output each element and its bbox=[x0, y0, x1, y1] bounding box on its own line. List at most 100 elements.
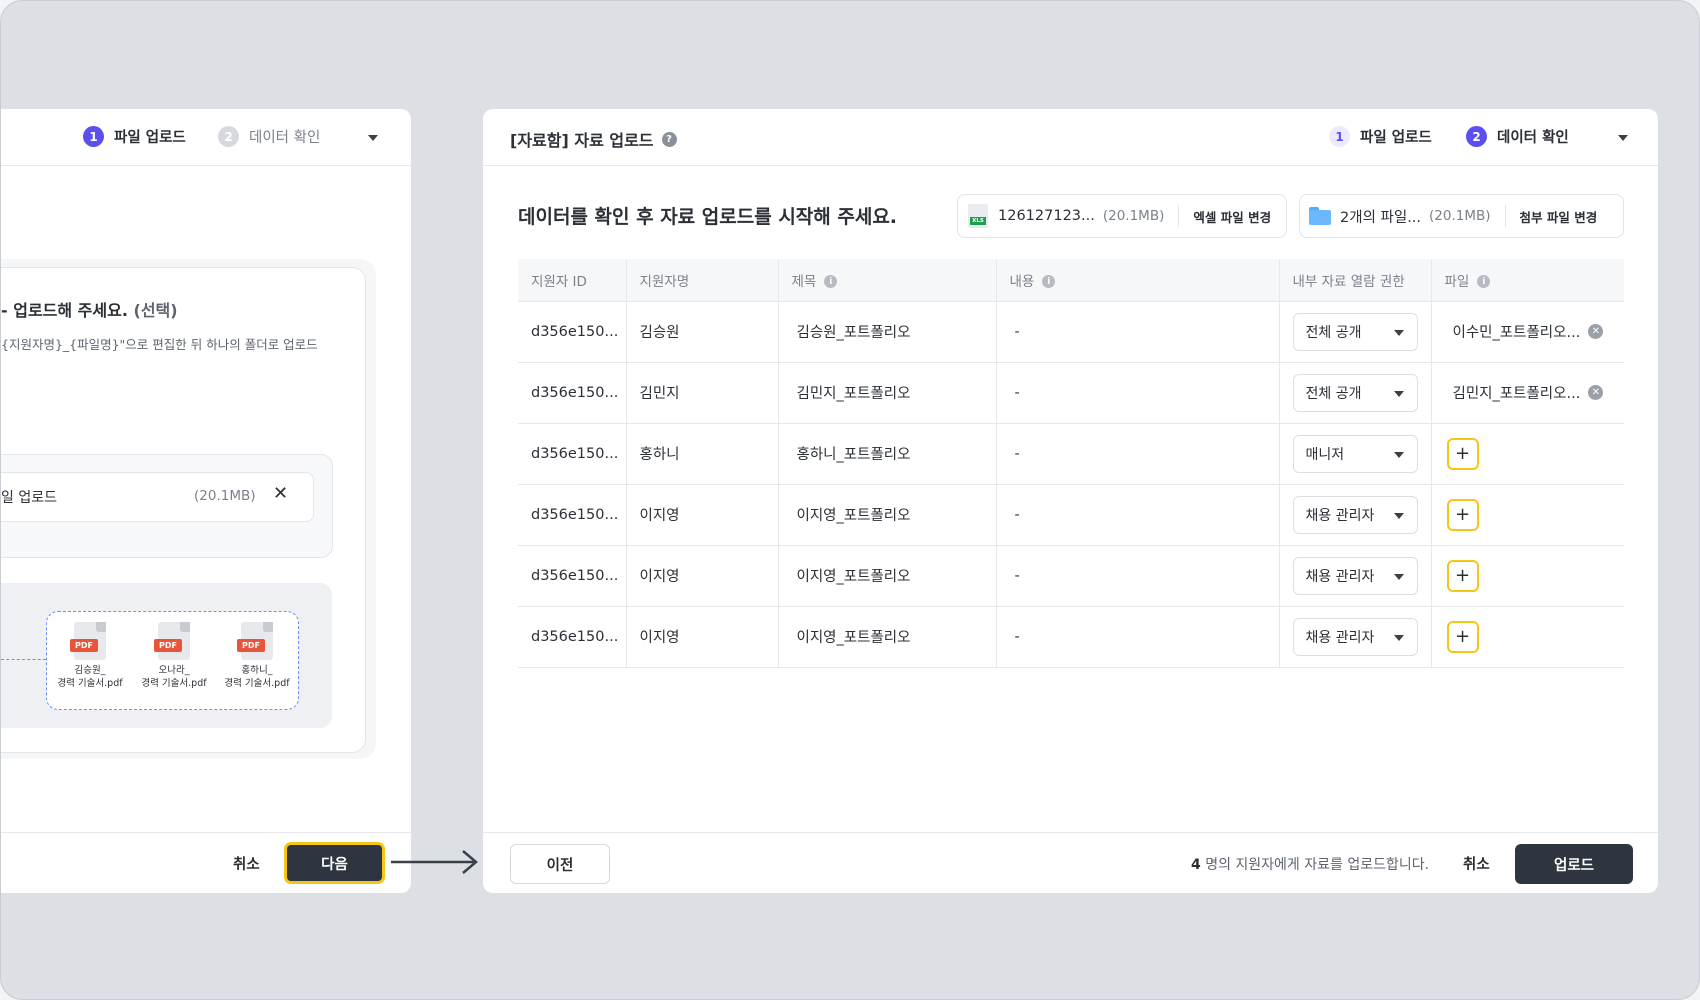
change-attachment-button[interactable]: 첨부 파일 변경 bbox=[1520, 207, 1598, 226]
plus-icon: + bbox=[1454, 443, 1471, 464]
dialog-footer: 이전 4 명의 지원자에게 자료를 업로드합니다. 취소 업로드 bbox=[483, 832, 1658, 893]
info-icon[interactable]: i bbox=[824, 275, 838, 289]
attachment-file-size: (20.1MB) bbox=[1429, 208, 1491, 224]
cell-file: 김민지_포트폴리오... ✕ bbox=[1431, 362, 1624, 424]
previous-button[interactable]: 이전 bbox=[510, 844, 610, 884]
dialog-title-text: [자료함] 자료 업로드 bbox=[510, 131, 654, 150]
cell-file: + bbox=[1431, 606, 1624, 668]
step-number: 1 bbox=[83, 126, 104, 147]
connector-line bbox=[1, 659, 46, 660]
cell-applicant-name: 김민지 bbox=[626, 362, 779, 424]
permission-select[interactable]: 채용 관리자 bbox=[1292, 495, 1418, 534]
info-icon[interactable]: i bbox=[1042, 275, 1056, 289]
info-icon[interactable]: i bbox=[1477, 275, 1491, 289]
cell-applicant-name: 홍하니 bbox=[626, 423, 779, 485]
change-excel-button[interactable]: 엑셀 파일 변경 bbox=[1193, 207, 1271, 226]
attachment-file-chip: 2개의 파일... (20.1MB) 첨부 파일 변경 bbox=[1299, 194, 1624, 238]
cell-permission: 채용 관리자 bbox=[1279, 545, 1432, 607]
step-2-data-check[interactable]: 2 데이터 확인 bbox=[1466, 126, 1569, 147]
instruction-heading: 데이터를 확인 후 자료 업로드를 시작해 주세요. bbox=[518, 206, 898, 228]
next-button[interactable]: 다음 bbox=[284, 842, 385, 884]
cell-title: 이지영_포트폴리오 bbox=[778, 484, 997, 546]
cell-file: + bbox=[1431, 545, 1624, 607]
chevron-down-icon bbox=[1393, 329, 1404, 336]
add-file-button[interactable]: + bbox=[1446, 559, 1479, 592]
remove-file-icon[interactable]: ✕ bbox=[1588, 385, 1604, 400]
permission-value: 채용 관리자 bbox=[1305, 507, 1375, 524]
upload-step2-panel: [자료함] 자료 업로드 ? 1 파일 업로드 2 데이터 확인 데이터를 확인… bbox=[483, 109, 1658, 893]
pdf-name: 홍하니_ 경력 기술서.pdf bbox=[224, 665, 290, 689]
cell-permission: 채용 관리자 bbox=[1279, 606, 1432, 668]
cell-content: - bbox=[996, 606, 1280, 668]
cell-permission: 전체 공개 bbox=[1279, 362, 1432, 424]
chevron-down-icon[interactable] bbox=[1618, 135, 1628, 141]
cell-applicant-name: 이지영 bbox=[626, 606, 779, 668]
step-header: 1 파일 업로드 2 데이터 확인 bbox=[1, 109, 411, 166]
step-1-file-upload[interactable]: 1 파일 업로드 bbox=[1329, 126, 1432, 147]
permission-value: 매니저 bbox=[1305, 446, 1345, 463]
attached-file-name: 김민지_포트폴리오... bbox=[1452, 386, 1581, 402]
permission-select[interactable]: 전체 공개 bbox=[1292, 312, 1418, 351]
excel-file-name: 126127123... bbox=[998, 208, 1095, 224]
optional-label: (선택) bbox=[133, 301, 178, 320]
pdf-file: PDF 홍하니_ 경력 기술서.pdf bbox=[217, 622, 297, 690]
pdf-name: 오나라_ 경력 기술서.pdf bbox=[141, 665, 207, 689]
step-label: 파일 업로드 bbox=[1360, 130, 1432, 146]
applicant-table: 지원자 ID 지원자명 제목 i 내용 i 내부 자료 열람 권한 파일 i d356… bbox=[518, 259, 1624, 668]
cancel-button[interactable]: 취소 bbox=[233, 853, 260, 874]
pdf-icon: PDF bbox=[70, 622, 106, 660]
permission-value: 채용 관리자 bbox=[1305, 568, 1375, 585]
cancel-button[interactable]: 취소 bbox=[1463, 853, 1490, 874]
pdf-tag: PDF bbox=[237, 639, 265, 652]
cell-title: 홍하니_포트폴리오 bbox=[778, 423, 997, 485]
attached-file-name: 이수민_포트폴리오... bbox=[1452, 325, 1581, 341]
cell-applicant-id: d356e150... bbox=[518, 606, 627, 668]
cell-title: 이지영_포트폴리오 bbox=[778, 606, 997, 668]
permission-select[interactable]: 채용 관리자 bbox=[1292, 556, 1418, 595]
arrow-right-icon bbox=[391, 850, 478, 874]
permission-value: 채용 관리자 bbox=[1305, 629, 1375, 646]
divider bbox=[1504, 205, 1506, 227]
upload-button[interactable]: 업로드 bbox=[1515, 844, 1633, 884]
help-icon[interactable]: ? bbox=[661, 131, 677, 147]
step-label: 데이터 확인 bbox=[249, 130, 321, 146]
column-header-permission: 내부 자료 열람 권한 bbox=[1279, 259, 1432, 302]
pdf-file-group: PDF 김승원_ 경력 기술서.pdf PDF 오나라_ 경력 기술서.pdf PD… bbox=[46, 611, 299, 710]
chevron-down-icon bbox=[1393, 573, 1404, 580]
plus-icon: + bbox=[1454, 565, 1471, 586]
add-file-button[interactable]: + bbox=[1446, 620, 1479, 653]
remove-file-icon[interactable]: ✕ bbox=[1588, 324, 1604, 339]
pdf-file: PDF 오나라_ 경력 기술서.pdf bbox=[134, 622, 214, 690]
add-file-button[interactable]: + bbox=[1446, 498, 1479, 531]
chevron-down-icon[interactable] bbox=[368, 135, 378, 141]
uploaded-file-name: 일 업로드 bbox=[1, 490, 57, 506]
cell-file: + bbox=[1431, 423, 1624, 485]
cell-file: 이수민_포트폴리오... ✕ bbox=[1431, 301, 1624, 363]
chevron-down-icon bbox=[1393, 451, 1404, 458]
pdf-tag: PDF bbox=[154, 639, 182, 652]
uploaded-file-size: (20.1MB) bbox=[194, 488, 256, 504]
permission-select[interactable]: 매니저 bbox=[1292, 434, 1418, 473]
pdf-tag: PDF bbox=[70, 639, 98, 652]
step-2-data-check[interactable]: 2 데이터 확인 bbox=[218, 126, 320, 147]
close-icon[interactable]: ✕ bbox=[273, 483, 288, 504]
upload-step1-panel: 1 파일 업로드 2 데이터 확인 - 업로드해 주세요. (선택) {지원자명… bbox=[1, 109, 411, 893]
step-1-file-upload[interactable]: 1 파일 업로드 bbox=[83, 126, 186, 147]
step-number: 2 bbox=[1466, 126, 1487, 147]
table-row: d356e150... 김민지 김민지_포트폴리오 - 전체 공개 김민지_포트… bbox=[518, 362, 1624, 424]
permission-select[interactable]: 채용 관리자 bbox=[1292, 617, 1418, 656]
pdf-name: 김승원_ 경력 기술서.pdf bbox=[57, 665, 123, 689]
plus-icon: + bbox=[1454, 626, 1471, 647]
excel-file-size: (20.1MB) bbox=[1102, 208, 1165, 224]
cell-applicant-id: d356e150... bbox=[518, 545, 627, 607]
table-row: d356e150... 이지영 이지영_포트폴리오 - 채용 관리자 + bbox=[518, 606, 1624, 668]
cell-applicant-name: 이지영 bbox=[626, 545, 779, 607]
permission-select[interactable]: 전체 공개 bbox=[1292, 373, 1418, 412]
cell-permission: 매니저 bbox=[1279, 423, 1432, 485]
column-header-title: 제목 i bbox=[778, 259, 997, 302]
add-file-button[interactable]: + bbox=[1446, 437, 1479, 470]
table-row: d356e150... 김승원 김승원_포트폴리오 - 전체 공개 이수민_포트… bbox=[518, 301, 1624, 363]
excel-file-icon: XLS bbox=[968, 204, 988, 228]
step-label: 데이터 확인 bbox=[1497, 130, 1569, 146]
dialog-header: [자료함] 자료 업로드 ? 1 파일 업로드 2 데이터 확인 bbox=[483, 109, 1658, 166]
